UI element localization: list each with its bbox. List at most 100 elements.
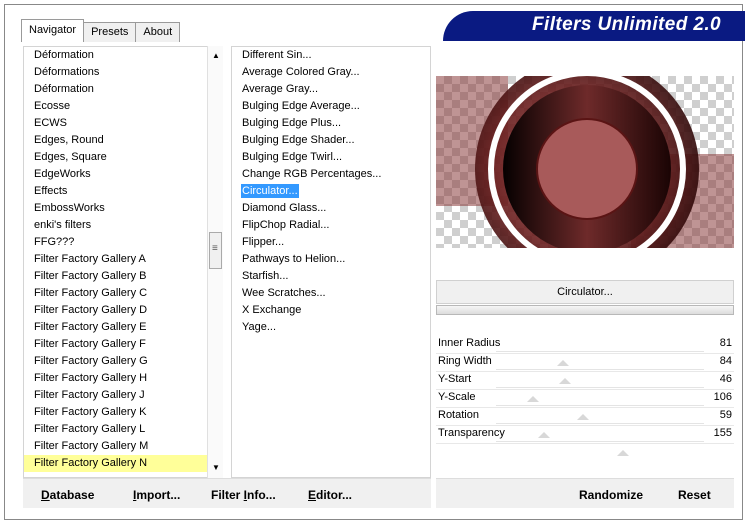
filter-item[interactable]: Diamond Glass... [232, 200, 430, 217]
filter-label: Yage... [242, 321, 277, 333]
filter-label: Bulging Edge Plus... [242, 117, 342, 129]
category-item[interactable]: FFG??? [24, 234, 222, 251]
category-label: Filter Factory Gallery M [34, 440, 149, 452]
scroll-down-arrow-icon[interactable]: ▼ [208, 460, 224, 476]
filter-item[interactable]: X Exchange [232, 302, 430, 319]
category-item[interactable]: Filter Factory Gallery M [24, 438, 222, 455]
category-item[interactable]: Filter Factory Gallery G [24, 353, 222, 370]
filter-item[interactable]: Bulging Edge Average... [232, 98, 430, 115]
filter-item[interactable]: Change RGB Percentages... [232, 166, 430, 183]
category-item[interactable]: enki's filters [24, 217, 222, 234]
filter-label: Starfish... [242, 270, 289, 282]
editor-button[interactable]: Editor... [308, 488, 352, 502]
slider-track[interactable] [496, 369, 704, 384]
scroll-up-arrow-icon[interactable]: ▲ [208, 48, 224, 64]
slider-row[interactable]: Y-Start 46 [436, 372, 734, 402]
category-item[interactable]: Filter Factory Gallery F [24, 336, 222, 353]
preview-image [436, 76, 734, 248]
filter-item[interactable]: Bulging Edge Shader... [232, 132, 430, 149]
slider-value: 106 [713, 391, 732, 403]
filter-label: Bulging Edge Shader... [242, 134, 355, 146]
filter-label: Pathways to Helion... [242, 253, 346, 265]
category-item[interactable]: Ecosse [24, 98, 222, 115]
slider-row[interactable]: Transparency 155 [436, 426, 734, 456]
filter-item[interactable]: Average Gray... [232, 81, 430, 98]
reset-button[interactable]: Reset [678, 488, 711, 502]
bottom-toolbar-left: Database Import... Filter Info... Editor… [23, 478, 431, 508]
scroll-thumb[interactable] [209, 232, 222, 269]
category-item[interactable]: Edges, Square [24, 149, 222, 166]
slider-thumb[interactable] [616, 450, 629, 456]
bottom-toolbar-right: Randomize Reset [436, 478, 734, 508]
filter-label: Wee Scratches... [242, 287, 326, 299]
slider-row[interactable]: Rotation 59 [436, 408, 734, 438]
slider-row[interactable]: Ring Width 84 [436, 354, 734, 384]
filter-item[interactable]: FlipChop Radial... [232, 217, 430, 234]
slider-value: 46 [719, 373, 732, 385]
category-label: enki's filters [34, 219, 92, 231]
category-scrollbar[interactable]: ▲ ▼ [207, 46, 223, 478]
slider-track[interactable] [496, 441, 704, 456]
category-item[interactable]: Filter Factory Gallery L [24, 421, 222, 438]
category-item[interactable]: Filter Factory Gallery B [24, 268, 222, 285]
filter-label: X Exchange [242, 304, 302, 316]
current-filter-button[interactable]: Circulator... [436, 280, 734, 304]
filter-label: Different Sin... [242, 49, 312, 61]
tab-about[interactable]: About [135, 22, 181, 42]
category-label: Filter Factory Gallery A [34, 253, 146, 265]
filter-info-button[interactable]: Filter Info... [211, 488, 276, 502]
category-item[interactable]: Déformation [24, 81, 222, 98]
category-item[interactable]: Filter Factory Gallery D [24, 302, 222, 319]
database-button[interactable]: Database [41, 488, 94, 502]
slider-label: Transparency [438, 427, 505, 439]
category-item[interactable]: Filter Factory Gallery C [24, 285, 222, 302]
slider-track[interactable] [496, 351, 704, 366]
filter-item[interactable]: Different Sin... [232, 47, 430, 64]
category-label: Filter Factory Gallery N [34, 457, 148, 469]
category-item[interactable]: Filter Factory Gallery A [24, 251, 222, 268]
category-item[interactable]: Filter Factory Gallery E [24, 319, 222, 336]
category-label: Filter Factory Gallery G [34, 355, 148, 367]
category-item[interactable]: EdgeWorks [24, 166, 222, 183]
category-label: Filter Factory Gallery E [34, 321, 147, 333]
filter-item[interactable]: Bulging Edge Plus... [232, 115, 430, 132]
import-button[interactable]: Import... [133, 488, 180, 502]
category-list[interactable]: Déformation Déformations Déformation Ecosse… [23, 46, 223, 478]
slider-track[interactable] [496, 423, 704, 438]
filter-label: Flipper... [242, 236, 285, 248]
category-label: Déformation [34, 49, 94, 61]
slider-track[interactable] [496, 387, 704, 402]
progress-bar [436, 305, 734, 315]
category-item[interactable]: Effects [24, 183, 222, 200]
category-item[interactable]: Filter Factory Gallery H [24, 370, 222, 387]
category-item[interactable]: EmbossWorks [24, 200, 222, 217]
filter-list[interactable]: Different Sin... Average Colored Gray... A… [231, 46, 431, 478]
category-label: Filter Factory Gallery J [34, 389, 145, 401]
category-label: Edges, Square [34, 151, 107, 163]
category-item[interactable]: Filter Factory Gallery J [24, 387, 222, 404]
filter-item[interactable]: Average Colored Gray... [232, 64, 430, 81]
category-item[interactable]: Filter Factory Gallery K [24, 404, 222, 421]
category-label: Déformation [34, 83, 94, 95]
tab-navigator[interactable]: Navigator [21, 19, 85, 42]
slider-row[interactable]: Y-Scale 106 [436, 390, 734, 420]
slider-row[interactable]: Inner Radius 81 [436, 336, 734, 366]
tab-presets[interactable]: Presets [83, 22, 137, 42]
slider-value: 84 [719, 355, 732, 367]
filter-item[interactable]: Flipper... [232, 234, 430, 251]
filter-item[interactable]: Pathways to Helion... [232, 251, 430, 268]
filter-label: Circulator... [241, 184, 299, 198]
filter-item[interactable]: Yage... [232, 319, 430, 336]
randomize-button[interactable]: Randomize [579, 488, 643, 502]
category-item[interactable]: Déformation [24, 47, 222, 64]
filter-item[interactable]: Bulging Edge Twirl... [232, 149, 430, 166]
slider-panel: Inner Radius 81 Ring Width 84 Y-Start 46 Y-Sca… [436, 336, 734, 456]
category-item[interactable]: ECWS [24, 115, 222, 132]
filter-item[interactable]: Wee Scratches... [232, 285, 430, 302]
category-item[interactable]: Déformations [24, 64, 222, 81]
slider-track[interactable] [496, 405, 704, 420]
filter-item[interactable]: Starfish... [232, 268, 430, 285]
category-item[interactable]: Filter Factory Gallery N [24, 455, 222, 472]
filter-item[interactable]: Circulator... [232, 183, 430, 200]
category-item[interactable]: Edges, Round [24, 132, 222, 149]
